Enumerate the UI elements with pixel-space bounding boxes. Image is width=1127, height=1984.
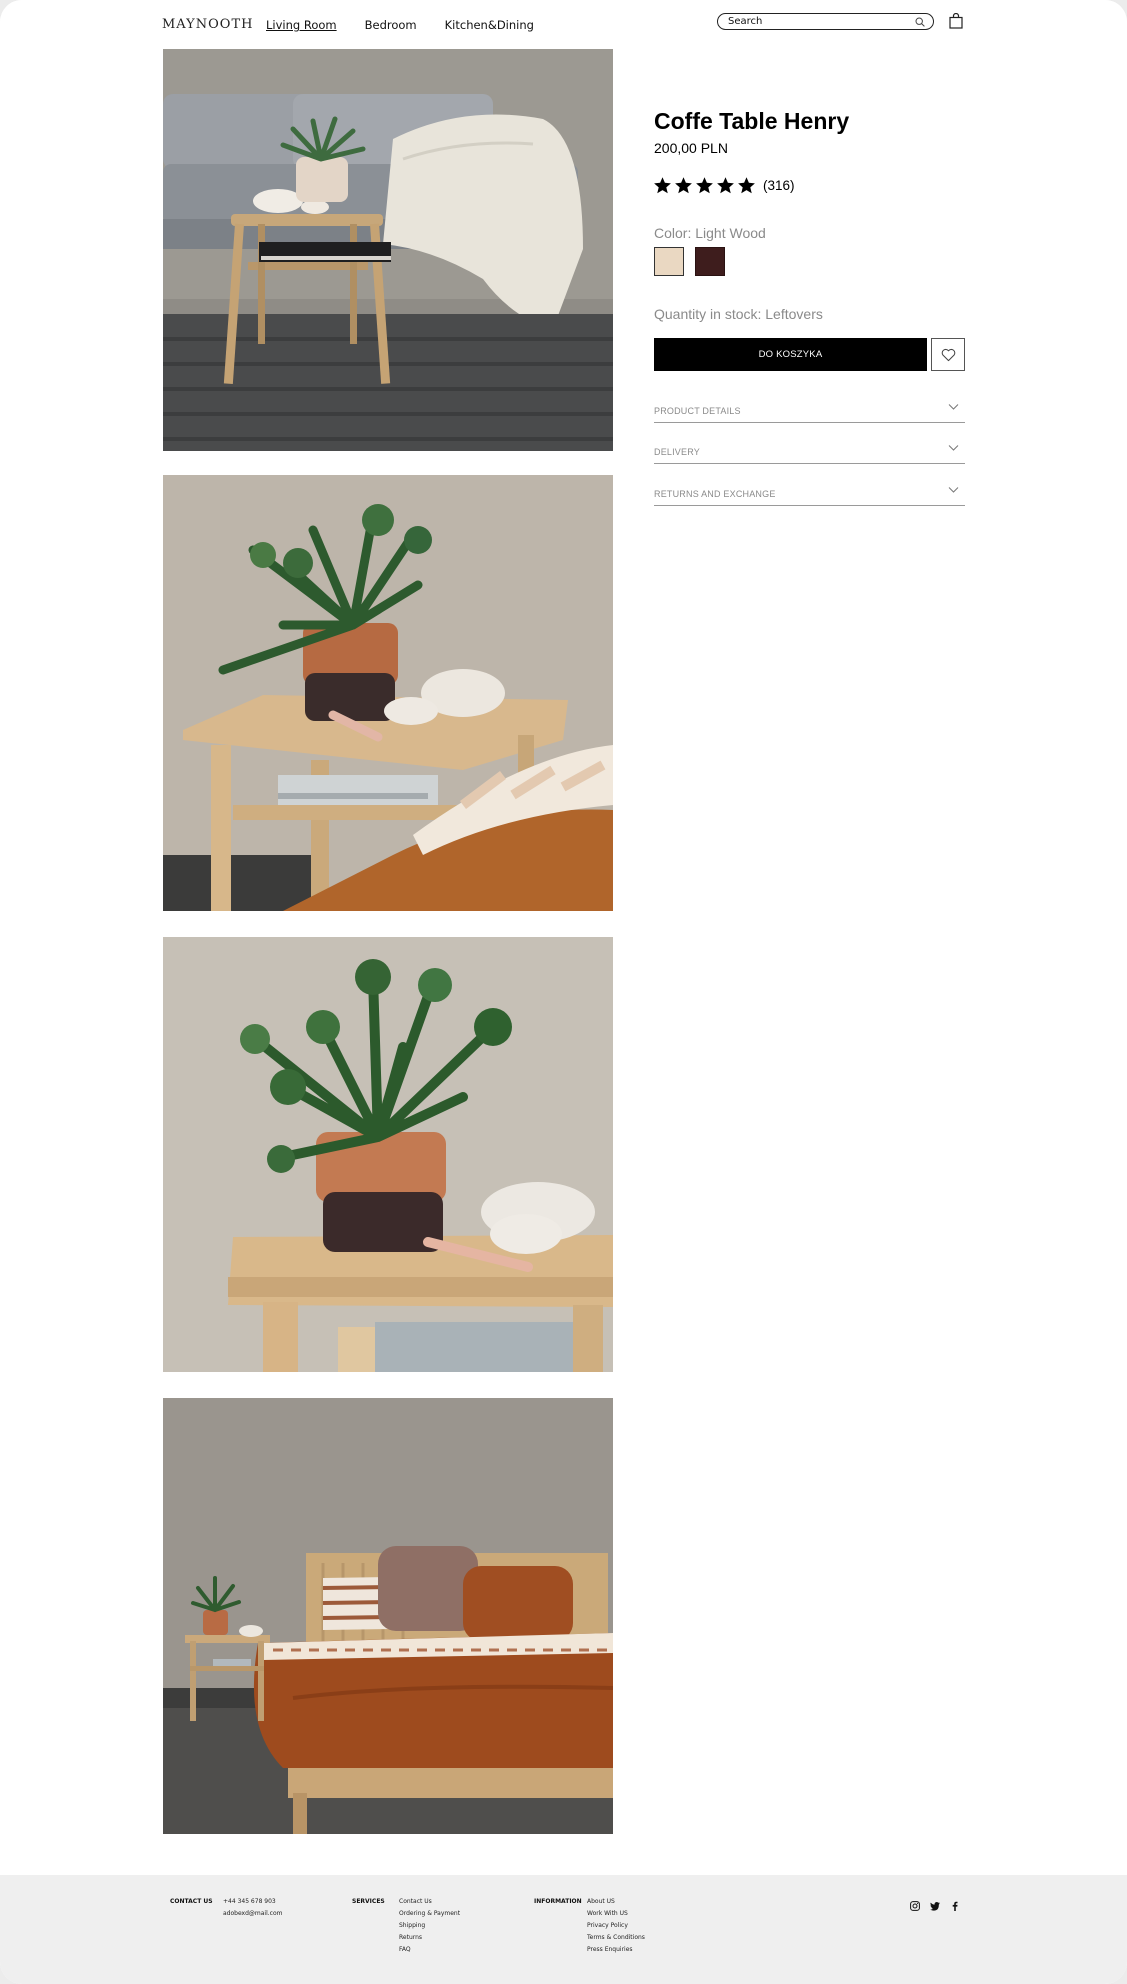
footer-link[interactable]: Shipping [399,1922,460,1934]
star-icon [654,177,671,194]
site-header: MAYNOOTH Living Room Bedroom Kitchen&Din… [0,0,1127,48]
footer-link[interactable]: Press Enquiries [587,1946,645,1958]
search-icon[interactable] [915,17,925,27]
product-photo-3[interactable] [163,937,613,1372]
product-photo-1[interactable] [163,49,613,451]
footer-link[interactable]: Work With US [587,1910,645,1922]
footer-email[interactable]: adobexd@mail.com [223,1910,283,1922]
color-label: Color: Light Wood [654,225,766,241]
nav-item-kitchen-dining[interactable]: Kitchen&Dining [445,18,534,32]
main-nav: Living Room Bedroom Kitchen&Dining [266,18,534,32]
heart-icon [941,348,956,362]
star-icon [696,177,713,194]
footer-link[interactable]: Privacy Policy [587,1922,645,1934]
accordion-delivery[interactable]: DELIVERY [654,434,965,464]
chevron-down-icon [948,487,959,493]
facebook-icon[interactable] [950,1901,960,1911]
footer-heading-contact: CONTACT US [170,1898,213,1905]
color-swatch-dark-wood[interactable] [695,247,725,276]
footer-contact-list: +44 345 678 903 adobexd@mail.com [223,1898,283,1922]
chevron-down-icon [948,404,959,410]
search-bar [717,13,934,30]
star-icon [675,177,692,194]
accordion-label: RETURNS AND EXCHANGE [654,489,776,499]
stock-status: Quantity in stock: Leftovers [654,306,823,322]
accordion-returns-exchange[interactable]: RETURNS AND EXCHANGE [654,476,965,506]
instagram-icon[interactable] [910,1901,920,1911]
accordion-product-details[interactable]: PRODUCT DETAILS [654,393,965,423]
product-photo-4[interactable] [163,1398,613,1834]
footer-link[interactable]: About US [587,1898,645,1910]
review-count[interactable]: (316) [763,178,795,193]
footer-heading-information: INFORMATION [534,1898,582,1905]
product-rating[interactable]: (316) [653,176,795,195]
accordion-label: PRODUCT DETAILS [654,406,741,416]
add-to-cart-button[interactable]: DO KOSZYKA [654,338,927,371]
footer-link[interactable]: Returns [399,1934,460,1946]
footer-phone[interactable]: +44 345 678 903 [223,1898,283,1910]
nav-item-living-room[interactable]: Living Room [266,18,337,32]
product-price: 200,00 PLN [654,140,728,156]
product-page: MAYNOOTH Living Room Bedroom Kitchen&Din… [0,0,1127,1984]
brand-logo[interactable]: MAYNOOTH [162,17,253,32]
product-title: Coffe Table Henry [654,108,850,134]
twitter-icon[interactable] [930,1901,940,1911]
shopping-bag-icon[interactable] [949,13,963,29]
site-footer: CONTACT US +44 345 678 903 adobexd@mail.… [0,1875,1127,1984]
footer-services-list: Contact Us Ordering & Payment Shipping R… [399,1898,460,1958]
accordion-label: DELIVERY [654,447,700,457]
product-photo-2[interactable] [163,475,613,911]
footer-link[interactable]: FAQ [399,1946,460,1958]
footer-link[interactable]: Contact Us [399,1898,460,1910]
star-icon [738,177,755,194]
chevron-down-icon [948,445,959,451]
color-swatch-light-wood[interactable] [654,247,684,276]
nav-item-bedroom[interactable]: Bedroom [365,18,417,32]
footer-information-list: About US Work With US Privacy Policy Ter… [587,1898,645,1958]
wishlist-button[interactable] [931,338,965,371]
footer-heading-services: SERVICES [352,1898,385,1905]
footer-link[interactable]: Ordering & Payment [399,1910,460,1922]
star-icon [717,177,734,194]
footer-link[interactable]: Terms & Conditions [587,1934,645,1946]
search-input[interactable] [728,14,898,29]
